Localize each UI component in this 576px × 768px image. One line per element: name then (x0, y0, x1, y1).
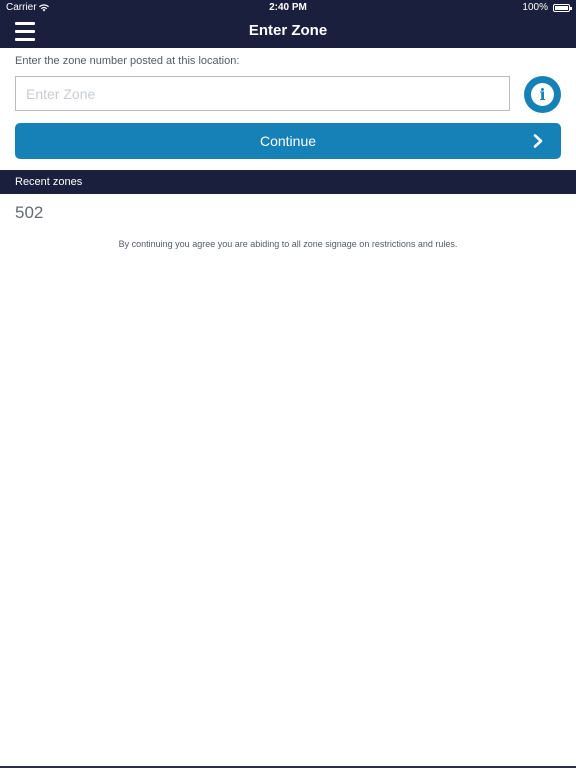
recent-zones-header: Recent zones (0, 170, 576, 194)
chevron-right-icon (533, 134, 543, 148)
zone-prompt-label: Enter the zone number posted at this loc… (15, 55, 240, 67)
battery-icon (553, 4, 572, 12)
zone-input[interactable] (15, 76, 510, 111)
battery-percentage: 100% (522, 2, 548, 13)
recent-zone-item[interactable]: 502 (15, 202, 43, 224)
continue-button[interactable]: Continue (15, 123, 561, 159)
navigation-bar: Carrier 2:40 PM 100% Enter Zone (0, 0, 576, 48)
disclaimer-text: By continuing you agree you are abiding … (118, 239, 458, 249)
continue-button-label: Continue (259, 133, 317, 149)
info-button[interactable]: i (524, 76, 561, 113)
status-bar: Carrier 2:40 PM 100% (0, 0, 576, 16)
status-time: 2:40 PM (269, 2, 307, 13)
page-title: Enter Zone (248, 22, 328, 39)
info-icon: i (531, 83, 554, 106)
recent-zones-header-label: Recent zones (15, 176, 83, 188)
